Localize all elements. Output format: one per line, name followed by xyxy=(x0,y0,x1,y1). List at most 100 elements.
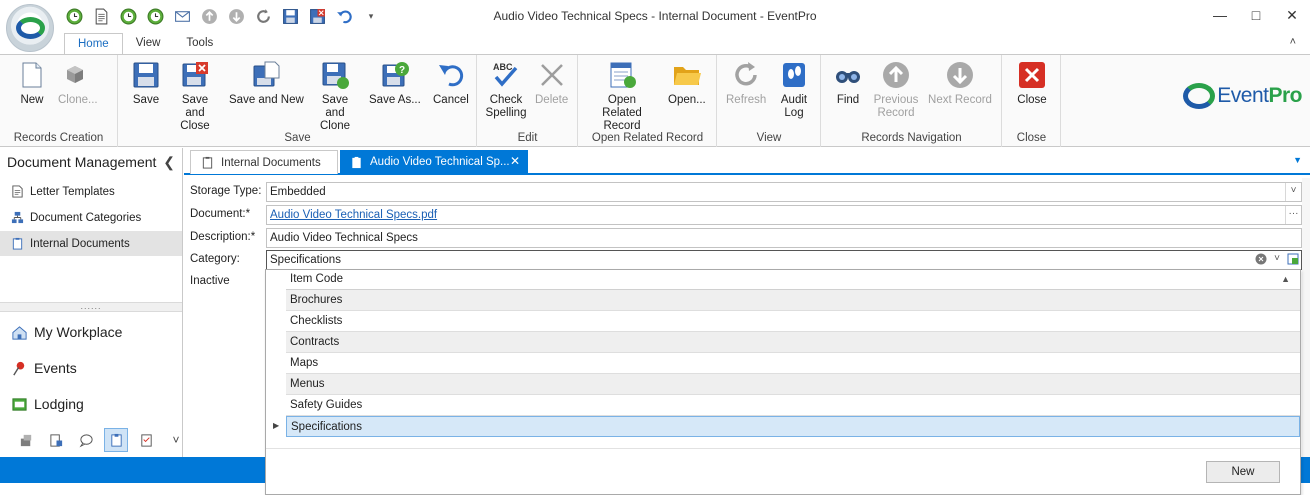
audit-log-button[interactable]: Audit Log xyxy=(780,59,808,120)
save-as-button[interactable]: ? Save As... xyxy=(369,59,421,107)
tab-label: Audio Video Technical Sp... xyxy=(370,156,510,168)
ribbon-tab-view[interactable]: View xyxy=(123,33,174,55)
ellipsis-button[interactable]: ··· xyxy=(1285,206,1301,224)
save-and-clone-button[interactable]: Save and Clone xyxy=(311,59,359,133)
nav-item-label: Internal Documents xyxy=(30,237,130,250)
next-record-label: Next Record xyxy=(928,94,992,106)
delete-button[interactable]: Delete xyxy=(535,59,568,107)
chevron-down-icon[interactable]: ˅ xyxy=(1270,252,1284,266)
navpane-splitter[interactable]: ...... xyxy=(0,302,182,312)
nav-module-events[interactable]: Events xyxy=(0,351,182,385)
find-button[interactable]: Find xyxy=(832,59,864,107)
checklist-icon[interactable] xyxy=(134,428,158,452)
tab-internal-documents[interactable]: Internal Documents xyxy=(190,150,338,174)
new-button[interactable]: New xyxy=(16,59,48,107)
group-records-creation: New Clone... Records Creation xyxy=(0,55,118,147)
mini-nav-bar: ˅ xyxy=(14,428,188,452)
list-item[interactable]: Checklists xyxy=(286,311,1300,332)
refresh-button[interactable]: Refresh xyxy=(726,59,766,107)
ribbon-tab-tools[interactable]: Tools xyxy=(173,33,226,55)
clone-button[interactable]: Clone... xyxy=(58,59,98,107)
check-spelling-button[interactable]: ABC Check Spelling xyxy=(486,59,527,120)
undo-icon xyxy=(435,59,467,91)
group-label: Open Related Record xyxy=(591,132,704,144)
minimize-button[interactable]: — xyxy=(1202,0,1238,30)
nav-item-internal-documents[interactable]: Internal Documents xyxy=(0,231,182,256)
nav-module-lodging[interactable]: Lodging xyxy=(0,387,182,421)
close-button[interactable]: Close xyxy=(1016,59,1048,107)
new-document-icon xyxy=(16,59,48,91)
group-edit: ABC Check Spelling Delete Edit xyxy=(478,55,578,147)
category-field[interactable]: Specifications ˅ xyxy=(266,250,1302,270)
group-records-navigation: Find Previous Record Next Record Records… xyxy=(822,55,1002,147)
refresh-icon[interactable] xyxy=(253,6,273,26)
open-button[interactable]: Open... xyxy=(668,59,706,107)
collapse-navpane-icon[interactable]: ❮ xyxy=(163,154,175,171)
save-and-new-label: Save and New xyxy=(229,94,304,106)
clipboard-icon[interactable] xyxy=(104,428,128,452)
ribbon-tab-home[interactable]: Home xyxy=(64,33,123,55)
tab-audio-video-technical-specs[interactable]: Audio Video Technical Sp... ✕ xyxy=(340,150,528,174)
nav-item-letter-templates[interactable]: Letter Templates xyxy=(0,179,182,204)
nav-item-document-categories[interactable]: Document Categories xyxy=(0,205,182,230)
close-window-button[interactable]: ✕ xyxy=(1274,0,1310,30)
list-item[interactable]: Menus xyxy=(286,374,1300,395)
inventory-icon[interactable] xyxy=(14,428,38,452)
list-item[interactable]: Maps xyxy=(286,353,1300,374)
clock-icon[interactable] xyxy=(64,6,84,26)
arrow-up-circle-icon xyxy=(880,59,912,91)
speech-bubble-icon[interactable] xyxy=(74,428,98,452)
collapse-ribbon-button[interactable]: ˄ xyxy=(1290,36,1296,48)
nav-item-label: Document Categories xyxy=(30,211,142,224)
arrow-up-circle-icon[interactable] xyxy=(199,6,219,26)
add-record-icon[interactable] xyxy=(1286,252,1300,266)
list-item[interactable]: Brochures xyxy=(286,290,1300,311)
save-as-icon: ? xyxy=(379,59,411,91)
previous-record-button[interactable]: Previous Record xyxy=(874,59,918,120)
nav-module-my-workplace[interactable]: My Workplace xyxy=(0,315,182,349)
document-label: Document:* xyxy=(190,208,251,220)
undo-icon[interactable] xyxy=(334,6,354,26)
current-row-indicator-icon: ▶ xyxy=(273,421,280,430)
save-icon[interactable] xyxy=(280,6,300,26)
document-field[interactable]: Audio Video Technical Specs.pdf ··· xyxy=(266,205,1302,225)
close-tab-icon[interactable]: ✕ xyxy=(510,154,520,168)
delete-label: Delete xyxy=(535,94,569,106)
app-menu-button[interactable] xyxy=(6,4,54,52)
storage-type-select[interactable]: Embedded ˅ xyxy=(266,182,1302,202)
document-icon[interactable] xyxy=(91,6,111,26)
next-record-button[interactable]: Next Record xyxy=(928,59,992,107)
clipboard-icon xyxy=(10,237,24,251)
save-and-new-button[interactable]: Save and New xyxy=(229,59,304,107)
list-item-selected[interactable]: Specifications xyxy=(286,416,1300,437)
find-label: Find xyxy=(836,94,860,106)
save-close-icon xyxy=(179,59,211,91)
save-button[interactable]: Save xyxy=(130,59,162,107)
new-category-button[interactable]: New xyxy=(1206,461,1280,483)
save-and-close-button[interactable]: Save and Close xyxy=(171,59,219,133)
tabs-dropdown-icon[interactable]: ▼ xyxy=(1293,155,1302,165)
arrow-down-circle-icon[interactable] xyxy=(226,6,246,26)
list-item[interactable]: Safety Guides xyxy=(286,395,1300,416)
group-label: Records Creation xyxy=(13,132,104,144)
customize-qat-icon[interactable]: ▾ xyxy=(361,6,381,26)
envelope-icon[interactable] xyxy=(172,6,192,26)
close-label: Close xyxy=(1017,94,1047,106)
description-field[interactable]: Audio Video Technical Specs xyxy=(266,228,1302,248)
svg-text:?: ? xyxy=(399,65,405,76)
save-and-close-label: Save and Close xyxy=(180,94,210,132)
clock-icon[interactable] xyxy=(145,6,165,26)
column-header-item-code[interactable]: Item Code ▲ xyxy=(286,270,1300,290)
save-label: Save xyxy=(132,94,160,106)
pushpin-icon xyxy=(10,359,28,377)
clock-icon[interactable] xyxy=(118,6,138,26)
cancel-button[interactable]: Cancel xyxy=(433,59,469,107)
document-link[interactable]: Audio Video Technical Specs.pdf xyxy=(270,209,437,221)
chevron-down-icon[interactable]: ˅ xyxy=(1285,183,1301,201)
document-list-icon[interactable] xyxy=(44,428,68,452)
open-related-record-button[interactable]: Open Related Record xyxy=(589,59,655,133)
clear-circle-icon[interactable] xyxy=(1254,252,1268,266)
maximize-button[interactable]: □ xyxy=(1238,0,1274,30)
save-close-icon[interactable] xyxy=(307,6,327,26)
list-item[interactable]: Contracts xyxy=(286,332,1300,353)
